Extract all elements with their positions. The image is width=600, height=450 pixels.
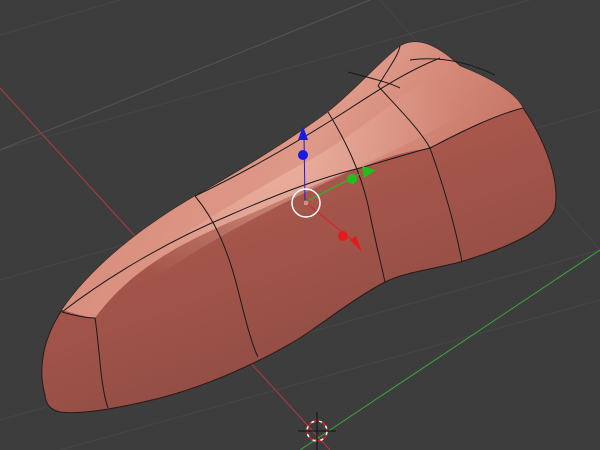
mesh-object[interactable] [41, 41, 557, 414]
pivot-point-icon [302, 199, 310, 207]
3d-cursor-icon[interactable] [298, 412, 336, 450]
viewport-scene[interactable] [0, 0, 600, 450]
3d-viewport[interactable] [0, 0, 600, 450]
